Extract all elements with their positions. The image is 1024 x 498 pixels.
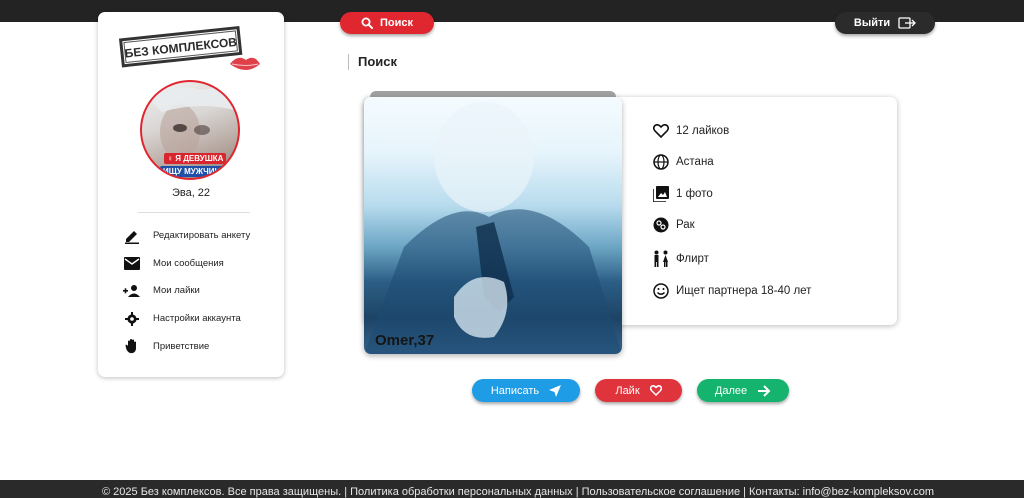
sidebar-item-messages[interactable]: Мои сообщения [122,250,282,278]
sidebar-item-likes[interactable]: Мои лайки [122,277,282,305]
sidebar: БЕЗ КОМПЛЕКСОВ ♀ Я ДЕВУШКА ИЩУ МУЖЧИНУ Э… [98,12,284,377]
sidebar-item-label: Мои лайки [153,285,200,297]
sidebar-menu: Редактировать анкету Мои сообщения Мои л… [122,222,282,360]
smile-icon [652,282,670,300]
footer: © 2025 Без комплексов. Все права защищен… [0,480,1024,498]
like-button-label: Лайк [615,384,640,397]
photo-count: 1 фото [652,185,713,203]
write-button-label: Написать [490,384,540,397]
profile-photo-image [364,102,622,354]
zodiac: Рак [652,216,695,234]
zodiac-icon [652,216,670,234]
profile-name-age: Omer,37 [375,332,435,349]
couple-icon [652,250,670,268]
next-button-label: Далее [714,384,748,397]
pencil-icon [122,228,142,244]
sidebar-item-label: Настройки аккаунта [153,313,241,325]
search-button[interactable]: Поиск [340,12,434,34]
lips-icon [230,57,260,70]
logout-button[interactable]: Выйти [835,12,935,34]
arrow-right-icon [758,384,771,397]
sidebar-item-edit-profile[interactable]: Редактировать анкету [122,222,282,250]
write-message-button[interactable]: Написать [472,379,580,402]
heart-icon [652,122,670,140]
city: Астана [652,153,714,171]
envelope-icon [122,255,142,271]
footer-text[interactable]: © 2025 Без комплексов. Все права защищен… [102,480,934,498]
sidebar-item-greeting[interactable]: Приветствие [122,332,282,360]
profile-photo[interactable]: Omer,37 [364,97,622,354]
photos-icon [652,185,670,203]
partner-age-range: Ищет партнера 18-40 лет [652,282,811,300]
hand-icon [122,338,142,354]
send-icon [549,384,562,397]
looking-for-badge: ИЩУ МУЖЧИНУ [160,166,229,177]
next-button[interactable]: Далее [697,379,789,402]
search-icon [361,17,373,29]
avatar[interactable]: ♀ Я ДЕВУШКА ИЩУ МУЖЧИНУ [140,80,240,180]
logout-button-label: Выйти [853,17,891,29]
sidebar-item-label: Приветствие [153,340,210,352]
like-button[interactable]: Лайк [595,379,682,402]
user-name: Эва, 22 [171,187,211,199]
globe-icon [652,153,670,171]
people-icon [122,283,142,299]
gear-icon [122,311,142,327]
sidebar-item-label: Редактировать анкету [153,230,251,242]
logout-icon [898,17,917,29]
likes-count: 12 лайков [652,122,729,140]
gender-badge: ♀ Я ДЕВУШКА [164,153,227,164]
divider [138,212,250,213]
sidebar-item-label: Мои сообщения [153,257,224,269]
heart-icon [649,385,662,396]
search-button-label: Поиск [379,17,413,29]
page-title: Поиск [348,54,397,70]
sidebar-item-settings[interactable]: Настройки аккаунта [122,305,282,333]
relationship-goal: Флирт [652,250,709,268]
site-logo[interactable]: БЕЗ КОМПЛЕКСОВ [118,20,260,78]
female-icon: ♀ [167,154,176,163]
